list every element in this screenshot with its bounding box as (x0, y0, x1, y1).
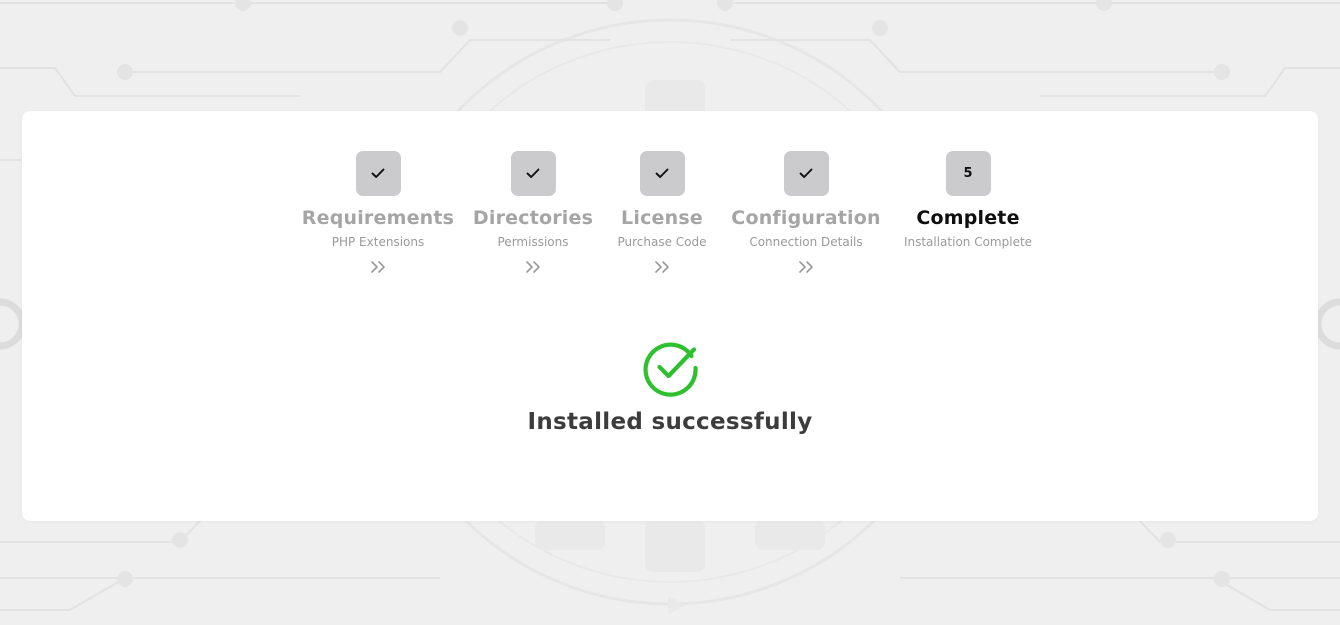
step-number-box: 5 (945, 151, 991, 196)
step-configuration: Configuration Connection Details (716, 151, 896, 278)
step-status-box (639, 151, 685, 196)
double-chevron-right-icon (655, 261, 669, 273)
check-icon (526, 168, 540, 178)
check-icon (655, 168, 669, 178)
step-subtitle: PHP Extensions (331, 235, 425, 249)
step-subtitle: Connection Details (749, 235, 863, 249)
step-title: Requirements (301, 207, 455, 229)
step-subtitle: Installation Complete (903, 235, 1033, 249)
double-chevron-right-icon (799, 261, 813, 273)
double-chevron-right-icon (371, 261, 385, 273)
step-status-box (510, 151, 556, 196)
step-title: Complete (916, 207, 1020, 229)
step-status-box (355, 151, 401, 196)
step-complete: 5 Complete Installation Complete (878, 151, 1058, 250)
step-title: Configuration (731, 207, 881, 229)
installer-card: Requirements PHP Extensions Directories … (22, 111, 1318, 521)
step-requirements: Requirements PHP Extensions (288, 151, 468, 278)
check-icon (799, 168, 813, 178)
check-circle-icon (643, 342, 698, 397)
double-chevron-right-icon (526, 261, 540, 273)
check-icon (371, 168, 385, 178)
success-message: Installed successfully (527, 409, 813, 435)
step-status-box (783, 151, 829, 196)
